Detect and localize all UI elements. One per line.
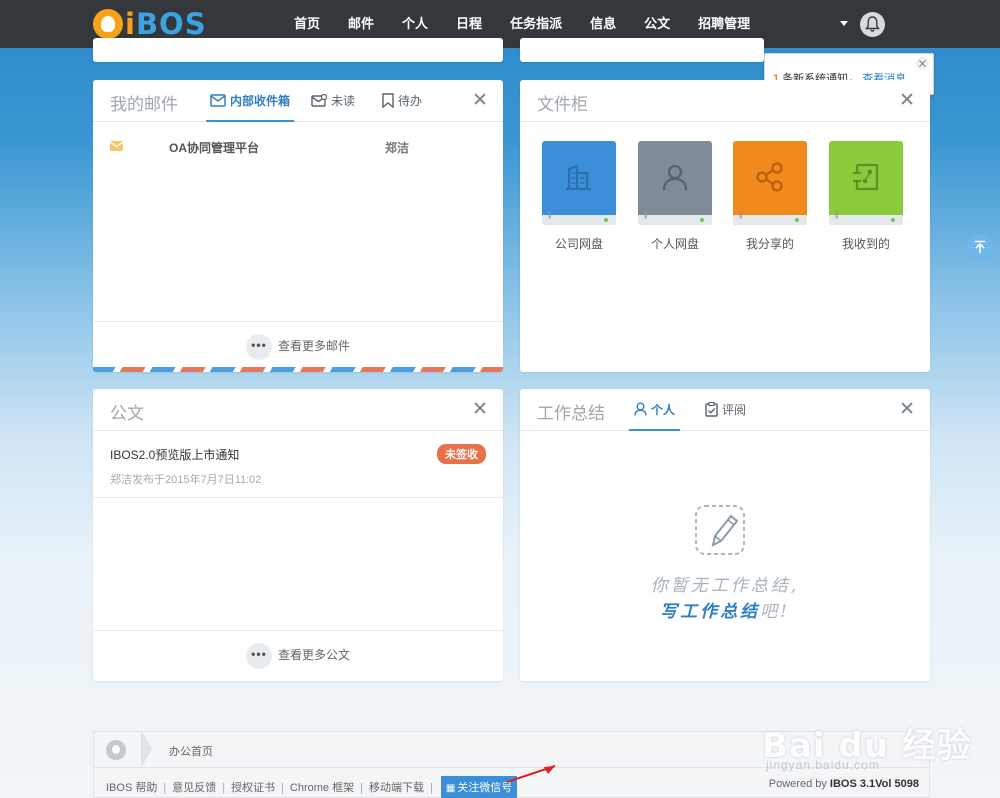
file-cabinet-title: 文件柜	[537, 95, 588, 114]
more-document-button[interactable]: ••• 查看更多公文	[93, 643, 503, 669]
logo-icon	[93, 9, 123, 39]
work-summary-title: 工作总结	[537, 404, 605, 423]
footer-link-help[interactable]: IBOS 帮助	[106, 782, 157, 794]
bookmark-icon	[382, 93, 394, 109]
nav-more-caret-icon[interactable]	[840, 21, 848, 26]
clipboard-check-icon	[705, 401, 718, 417]
mail-list-row[interactable]: OA协同管理平台 郑洁	[93, 123, 503, 168]
work-summary-card: 工作总结 个人 评阅 你暂无工作总结, 写工作总结吧!	[520, 389, 930, 681]
home-logo-icon	[106, 740, 126, 760]
folder-personal-disk[interactable]: 个人网盘	[638, 141, 712, 252]
document-card: 公文 IBOS2.0预览版上市通知 未签收 郑洁发布于2015年7月7日11:0…	[93, 389, 503, 681]
empty-summary-text: 你暂无工作总结,	[650, 576, 800, 596]
baidu-watermark: Bai du 经验 jingyan.baidu.com	[762, 690, 982, 780]
received-label: 我收到的	[841, 237, 890, 251]
logo-text: iBOS	[125, 7, 207, 41]
mail-envelope-icon	[110, 141, 123, 151]
tab-todo[interactable]: 待办	[382, 80, 422, 122]
folder-my-shared[interactable]: 我分享的	[733, 141, 807, 252]
file-cabinet-close-icon[interactable]	[901, 93, 913, 105]
footer-links: IBOS 帮助 | 意见反馈 | 授权证书 | Chrome 框架 | 移动端下载 | ▦ 关注微信号	[106, 776, 518, 798]
mail-card-divider	[93, 321, 503, 322]
folder-company-disk[interactable]: 公司网盘	[542, 141, 616, 252]
footer-link-mobile[interactable]: 移动端下载	[369, 782, 424, 794]
personal-disk-label: 个人网盘	[650, 237, 699, 251]
more-dots-icon: •••	[245, 334, 272, 360]
qrcode-icon: ▦	[445, 783, 456, 794]
card-above-left	[93, 38, 503, 62]
document-card-divider	[93, 630, 503, 631]
document-card-title: 公文	[110, 404, 144, 423]
annotation-arrow-icon	[506, 765, 556, 783]
unread-mail-icon	[311, 93, 328, 107]
unsigned-badge: 未签收	[437, 444, 486, 464]
my-shared-label: 我分享的	[745, 237, 794, 251]
notification-close-icon[interactable]	[916, 57, 929, 70]
received-icon	[829, 141, 903, 225]
ibos-logo[interactable]: iBOS	[93, 7, 213, 41]
inbox-icon	[210, 94, 226, 107]
write-summary-link[interactable]: 写工作总结	[660, 602, 760, 622]
footer-link-license[interactable]: 授权证书	[231, 782, 275, 794]
folder-received[interactable]: 我收到的	[829, 141, 903, 252]
breadcrumb-home[interactable]	[94, 732, 142, 767]
notification-bell-icon[interactable]	[860, 12, 885, 37]
footer-link-feedback[interactable]: 意见反馈	[172, 782, 216, 794]
pencil-placeholder-icon	[695, 505, 745, 555]
user-icon	[634, 402, 647, 416]
tab-unread[interactable]: 未读	[311, 80, 355, 122]
document-item-meta: 郑洁发布于2015年7月7日11:02	[110, 474, 262, 486]
tab-summary-personal[interactable]: 个人	[629, 389, 681, 431]
more-dots-icon: •••	[245, 643, 272, 669]
share-icon	[733, 141, 807, 225]
mail-sender: 郑洁	[385, 141, 410, 155]
write-summary-line: 写工作总结吧!	[660, 602, 790, 622]
mail-card-close-icon[interactable]	[474, 93, 486, 105]
tab-inbox[interactable]: 内部收件箱	[206, 80, 295, 122]
personal-disk-icon	[638, 141, 712, 225]
envelope-border	[93, 367, 503, 372]
breadcrumb-current: 办公首页	[169, 746, 213, 758]
document-item-title[interactable]: IBOS2.0预览版上市通知	[110, 446, 239, 463]
company-disk-icon	[542, 141, 616, 225]
mail-card: 我的邮件 内部收件箱 未读 待办 OA协同管理平台 郑洁 ••• 查看更多邮件	[93, 80, 503, 372]
more-mail-button[interactable]: ••• 查看更多邮件	[93, 334, 503, 360]
company-disk-label: 公司网盘	[554, 237, 603, 251]
document-card-header: 公文	[93, 389, 503, 431]
file-cabinet-header: 文件柜	[520, 80, 930, 122]
mail-subject[interactable]: OA协同管理平台	[169, 139, 259, 156]
watermark-url: jingyan.baidu.com	[766, 758, 880, 772]
card-above-right	[520, 38, 764, 62]
tab-summary-review[interactable]: 评阅	[705, 389, 746, 431]
footer-link-chrome-frame[interactable]: Chrome 框架	[290, 782, 354, 794]
back-to-top-icon[interactable]	[967, 234, 993, 260]
mail-card-header: 我的邮件 内部收件箱 未读 待办	[93, 80, 503, 122]
work-summary-header: 工作总结 个人 评阅	[520, 389, 930, 431]
breadcrumb-separator-icon	[142, 732, 152, 766]
document-card-close-icon[interactable]	[474, 402, 486, 414]
document-item[interactable]: IBOS2.0预览版上市通知 未签收 郑洁发布于2015年7月7日11:02	[93, 432, 503, 498]
work-summary-close-icon[interactable]	[901, 402, 913, 414]
mail-card-title: 我的邮件	[110, 95, 178, 114]
